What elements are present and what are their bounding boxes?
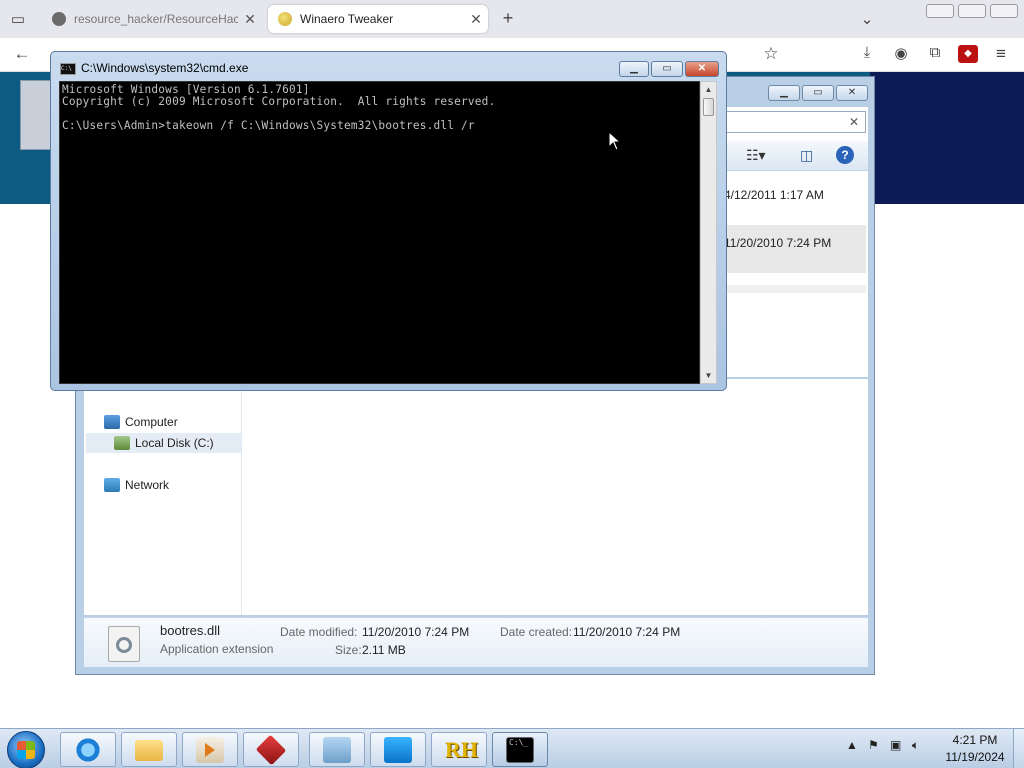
ublock-icon[interactable]: ◆ (958, 45, 978, 63)
clock-time[interactable]: 4:21 PM (945, 733, 1005, 747)
file-date-modified: 4/12/2011 1:17 AM (724, 188, 824, 202)
console-output[interactable]: Microsoft Windows [Version 6.1.7601] Cop… (59, 81, 700, 384)
cmd-minimize-button[interactable]: ▁ (619, 61, 649, 77)
taskbar-blue-arrow-app[interactable] (370, 732, 426, 767)
volume-muted-icon[interactable]: 🔈︎ (912, 738, 919, 753)
github-icon (52, 12, 66, 26)
show-desktop-button[interactable] (1013, 729, 1024, 768)
account-icon[interactable]: ◉ (890, 44, 912, 62)
scrollbar-thumb[interactable] (703, 98, 714, 116)
tab-list-icon[interactable]: ▭ (8, 10, 28, 28)
browser-tab-resource-hacker[interactable]: resource_hacker/ResourceHack ✕ (42, 5, 262, 33)
page-header-band-dark (870, 72, 1024, 204)
nav-item-label: Local Disk (C:) (135, 436, 214, 450)
internet-explorer-icon (74, 737, 102, 763)
help-icon[interactable]: ? (836, 146, 854, 164)
start-button[interactable] (7, 731, 45, 768)
menu-icon[interactable]: ≡ (990, 44, 1012, 64)
taskbar-resource-hacker[interactable]: RH (431, 732, 487, 767)
resource-hacker-icon: RH (445, 737, 478, 762)
scroll-down-icon[interactable]: ▼ (702, 369, 715, 382)
size-label: Size: (335, 643, 362, 657)
console-line: Copyright (c) 2009 Microsoft Corporation… (62, 95, 496, 108)
cmd-close-button[interactable]: ✕ (685, 61, 719, 77)
taskbar-red-app[interactable] (243, 732, 299, 767)
file-row[interactable] (718, 285, 866, 293)
taskbar-file-explorer[interactable] (121, 732, 177, 767)
explorer-close-button[interactable]: ✕ (836, 85, 868, 101)
browser-close-button[interactable] (990, 4, 1018, 18)
view-options-icon[interactable]: ☷▾ (746, 147, 766, 164)
back-icon[interactable]: ← (10, 44, 34, 64)
network-icon (104, 478, 120, 492)
winaero-icon (278, 12, 292, 26)
browser-tab-strip: ▭ resource_hacker/ResourceHack ✕ Winaero… (0, 0, 1024, 38)
close-tab-icon[interactable]: ✕ (238, 11, 262, 28)
file-name: bootres.dll (160, 623, 220, 638)
file-date-modified: 11/20/2010 7:24 PM (724, 236, 832, 250)
computer-icon (104, 415, 120, 429)
browser-restore-button[interactable] (958, 4, 986, 18)
tab-title: Winaero Tweaker (300, 12, 394, 26)
taskbar-internet-explorer[interactable] (60, 732, 116, 767)
date-created-value: 11/20/2010 7:24 PM (573, 625, 681, 639)
taskbar-command-prompt[interactable]: C:\_ (492, 732, 548, 767)
bookmark-star-icon[interactable]: ☆ (760, 44, 782, 64)
tab-overflow-chevron-icon[interactable]: ⌄ (858, 10, 876, 28)
cmd-scrollbar[interactable]: ▲ ▼ (700, 81, 717, 384)
folder-icon (135, 740, 163, 761)
browser-minimize-button[interactable] (926, 4, 954, 18)
explorer-toolbar: ☷▾ ◫ ? (718, 141, 868, 171)
date-created-label: Date created: (500, 625, 573, 639)
nav-item-local-disk[interactable]: Local Disk (C:) (86, 433, 241, 453)
action-center-flag-icon[interactable]: ⚑ (868, 738, 879, 752)
red-diamond-app-icon (255, 734, 287, 766)
windows-logo-icon (17, 741, 35, 759)
close-tab-icon[interactable]: ✕ (464, 11, 488, 28)
command-prompt-icon: C:\_ (506, 737, 534, 763)
date-modified-value: 11/20/2010 7:24 PM (362, 625, 470, 639)
tab-title: resource_hacker/ResourceHack (74, 12, 238, 26)
size-value: 2.11 MB (362, 643, 406, 657)
taskbar-media-player[interactable] (182, 732, 238, 767)
cmd-maximize-button[interactable]: ▭ (651, 61, 683, 77)
file-type: Application extension (160, 642, 274, 656)
dll-file-icon (108, 626, 140, 662)
download-icon[interactable]: ⤓ (856, 44, 878, 61)
date-modified-label: Date modified: (280, 625, 358, 639)
drive-icon (114, 436, 130, 450)
taskbar-network-app[interactable] (309, 732, 365, 767)
nav-item-label: Network (125, 478, 170, 492)
console-prompt-line: C:\Users\Admin>takeown /f C:\Windows\Sys… (62, 119, 475, 132)
nav-item-label: Computer (125, 415, 178, 429)
cmd-icon: C:\ (60, 63, 76, 75)
cmd-window[interactable]: C:\ C:\Windows\system32\cmd.exe ▁ ▭ ✕ Mi… (50, 51, 727, 391)
search-input[interactable]: ✕ (718, 111, 866, 133)
preview-pane-icon[interactable]: ◫ (800, 147, 813, 164)
nav-item-network[interactable]: Network (104, 478, 169, 492)
details-pane: bootres.dll Application extension Date m… (84, 617, 868, 667)
cmd-window-title: C:\Windows\system32\cmd.exe (81, 61, 249, 75)
explorer-minimize-button[interactable]: ▁ (768, 85, 800, 101)
mouse-cursor-icon (608, 131, 622, 151)
search-clear-icon[interactable]: ✕ (849, 115, 859, 129)
extensions-icon[interactable]: ⧉ (924, 44, 946, 61)
new-tab-button[interactable]: + (498, 8, 518, 29)
show-hidden-icons-icon[interactable]: ▲ (846, 738, 858, 752)
network-computer-icon (323, 737, 351, 763)
scroll-up-icon[interactable]: ▲ (702, 83, 715, 96)
clock-date[interactable]: 11/19/2024 (942, 750, 1008, 764)
network-tray-icon[interactable]: ▣ (890, 738, 901, 752)
nav-item-computer[interactable]: Computer (104, 415, 178, 429)
media-player-icon (196, 737, 224, 763)
blue-arrow-app-icon (384, 737, 412, 763)
explorer-maximize-button[interactable]: ▭ (802, 85, 834, 101)
browser-tab-winaero-tweaker[interactable]: Winaero Tweaker ✕ (268, 5, 488, 33)
